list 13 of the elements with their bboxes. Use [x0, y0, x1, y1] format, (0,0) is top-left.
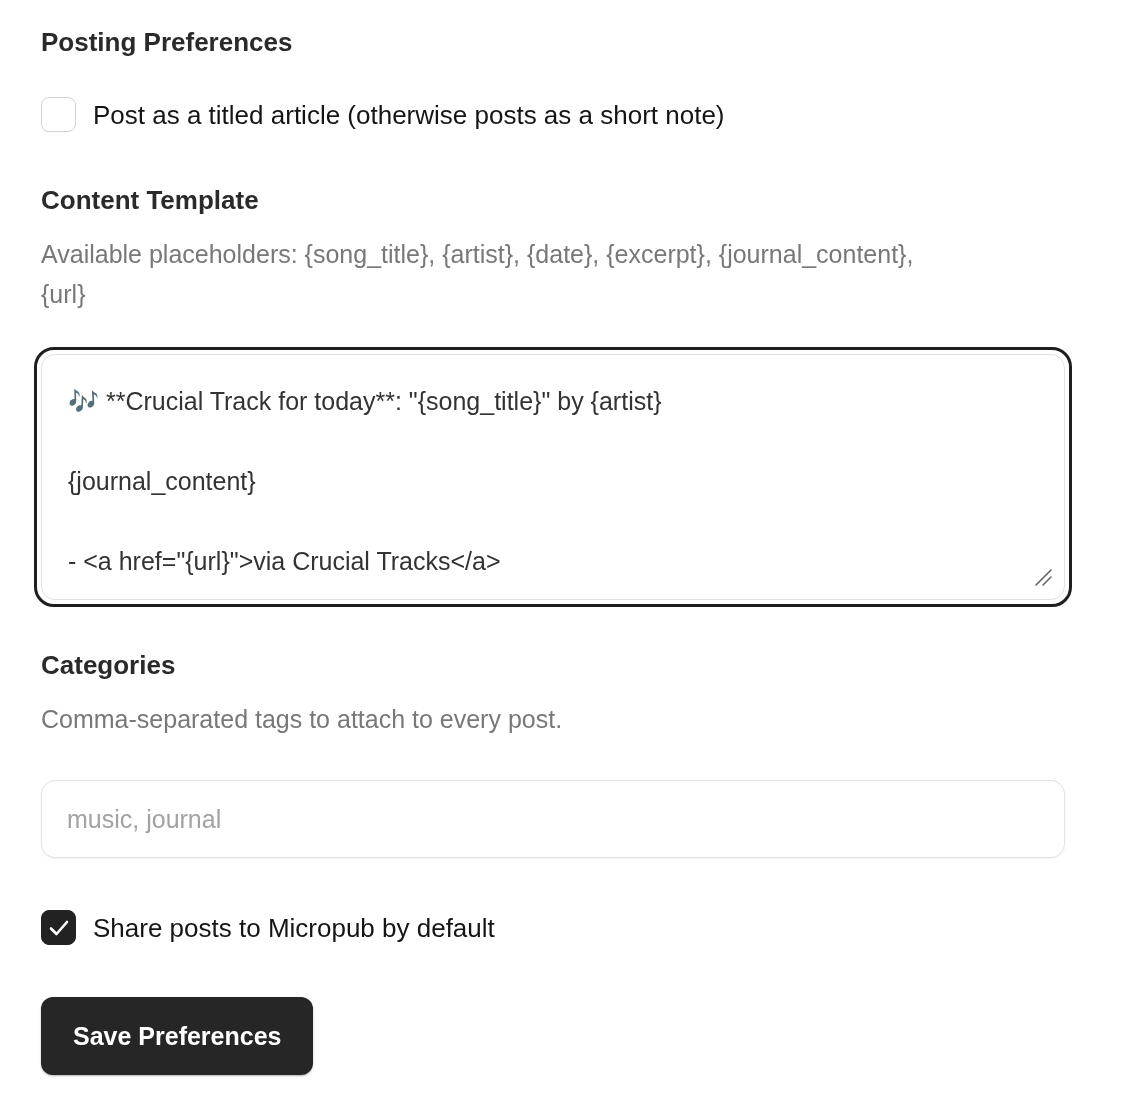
checkbox-label: Share posts to Micropub by default [93, 911, 495, 945]
field-label: Content Template [41, 184, 259, 216]
help-text: Available placeholders: {song_title}, {artist}, {date}, {excerpt}, {journal_content}, {url} [41, 239, 915, 310]
check-icon [48, 919, 69, 936]
checkbox-label: Post as a titled article (otherwise posts as a short note) [93, 98, 725, 132]
template-textarea[interactable]: 🎶 **Crucial Track for today**: "{song_title}" by {artist} {journal_content} - <a href="{url}">via Crucial Tracks</a> [34, 347, 1072, 607]
checkbox[interactable] [41, 910, 76, 945]
field-label: Categories [41, 649, 176, 681]
section-heading: Posting Preferences [41, 26, 293, 58]
save-button[interactable]: Save Preferences [41, 997, 314, 1075]
help-text: Comma-separated tags to attach to every post. [41, 704, 564, 735]
categories-input[interactable]: music, journal [41, 780, 1065, 858]
resize-handle-icon[interactable] [1034, 568, 1052, 586]
